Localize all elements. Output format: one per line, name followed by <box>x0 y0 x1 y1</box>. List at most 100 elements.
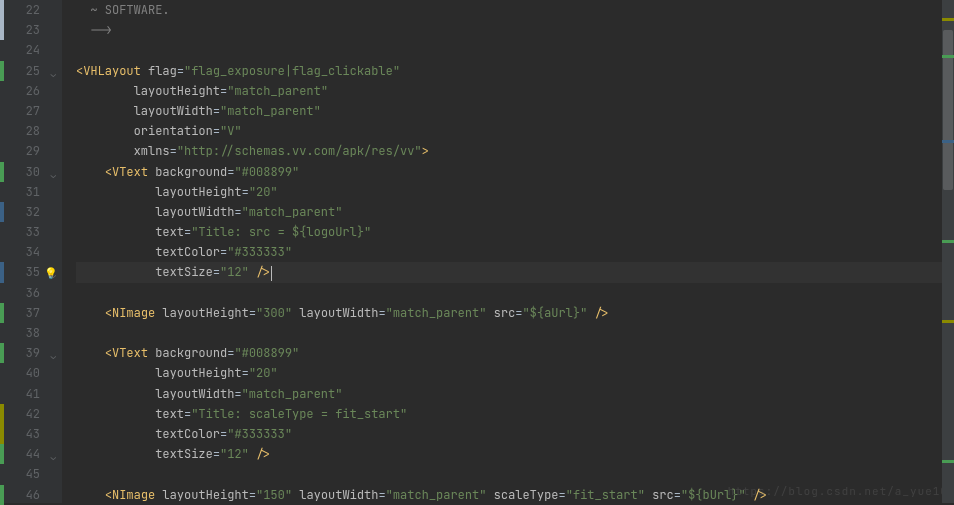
change-marker <box>0 162 4 182</box>
token-plain <box>76 365 155 381</box>
code-line[interactable]: layoutHeight="20" <box>76 363 954 383</box>
token-tag: /> <box>595 305 609 321</box>
line-number[interactable]: 45 <box>0 464 62 484</box>
line-number[interactable]: 41 <box>0 384 62 404</box>
line-number[interactable]: 43 <box>0 424 62 444</box>
fold-toggle-icon[interactable]: ⌄ <box>47 346 56 355</box>
line-number[interactable]: 22 <box>0 0 62 20</box>
token-punc: = <box>242 184 249 200</box>
code-line[interactable]: text="Title: scaleType = fit_start" <box>76 404 954 424</box>
code-area[interactable]: ~ SOFTWARE. --> <VHLayout flag="flag_expo… <box>62 0 954 503</box>
code-line[interactable]: xmlns="http://schemas.vv.com/apk/res/vv"… <box>76 141 954 161</box>
scrollbar-mark[interactable] <box>942 140 954 143</box>
line-number[interactable]: 46 <box>0 485 62 505</box>
token-plain <box>587 305 594 321</box>
line-number[interactable]: 23 <box>0 20 62 40</box>
code-line[interactable]: --> <box>76 20 954 40</box>
code-line[interactable] <box>76 464 954 484</box>
token-str: "#008899" <box>234 164 299 180</box>
line-number[interactable]: 26 <box>0 81 62 101</box>
token-attr: layoutHeight <box>162 305 248 321</box>
gutter[interactable]: 22232425⌄2627282930⌄3132333435💡⌄36373839… <box>0 0 62 503</box>
line-number[interactable]: 42 <box>0 404 62 424</box>
code-line[interactable]: textSize="12" /> <box>76 262 954 282</box>
code-line[interactable]: <NImage layoutHeight="300" layoutWidth="… <box>76 303 954 323</box>
token-str: "V" <box>220 123 242 139</box>
token-str: "match_parent" <box>220 103 321 119</box>
code-line[interactable]: <VHLayout flag="flag_exposure|flag_click… <box>76 61 954 81</box>
scrollbar-mark[interactable] <box>942 240 954 243</box>
scrollbar-mark[interactable] <box>942 18 954 21</box>
fold-toggle-icon[interactable]: ⌄ <box>47 64 56 73</box>
code-line[interactable]: <NImage layoutHeight="150" layoutWidth="… <box>76 485 954 505</box>
token-plain <box>76 426 155 442</box>
code-line[interactable]: textColor="#333333" <box>76 242 954 262</box>
token-punc: = <box>242 365 249 381</box>
token-plain <box>76 244 155 260</box>
line-number[interactable]: 29 <box>0 141 62 161</box>
line-number[interactable]: 36 <box>0 283 62 303</box>
line-number[interactable]: 35💡⌄ <box>0 262 62 282</box>
fold-toggle-icon[interactable]: ⌄ <box>47 165 56 174</box>
fold-toggle-icon[interactable]: ⌄ <box>47 265 56 274</box>
token-punc: = <box>378 487 385 503</box>
line-number[interactable]: 24 <box>0 40 62 60</box>
line-number[interactable]: 32 <box>0 202 62 222</box>
scrollbar-mark[interactable] <box>942 320 954 323</box>
line-number[interactable]: 28 <box>0 121 62 141</box>
line-number[interactable]: 39⌄ <box>0 343 62 363</box>
code-line[interactable]: layoutHeight="20" <box>76 182 954 202</box>
line-number[interactable]: 25⌄ <box>0 61 62 81</box>
token-attr: layoutHeight <box>162 487 248 503</box>
line-number[interactable]: 40 <box>0 363 62 383</box>
token-attr: background <box>155 164 227 180</box>
code-line[interactable]: <VText background="#008899" <box>76 162 954 182</box>
code-line[interactable]: layoutWidth="match_parent" <box>76 202 954 222</box>
token-punc: = <box>378 305 385 321</box>
token-attr: layoutHeight <box>155 184 241 200</box>
token-tag: /> <box>256 264 270 280</box>
token-attr: textColor <box>155 426 220 442</box>
scrollbar-thumb[interactable] <box>943 30 953 190</box>
code-line[interactable]: text="Title: src = ${logoUrl}" <box>76 222 954 242</box>
line-number[interactable]: 37 <box>0 303 62 323</box>
line-number[interactable]: 34 <box>0 242 62 262</box>
caret <box>271 266 272 281</box>
code-line[interactable]: textSize="12" /> <box>76 444 954 464</box>
code-line[interactable]: layoutWidth="match_parent" <box>76 384 954 404</box>
token-attr: layoutWidth <box>155 386 234 402</box>
token-str: "20" <box>249 184 278 200</box>
token-str: "300" <box>256 305 292 321</box>
line-number[interactable]: 33 <box>0 222 62 242</box>
line-number[interactable]: 30⌄ <box>0 162 62 182</box>
code-line[interactable]: ~ SOFTWARE. <box>76 0 954 20</box>
line-number[interactable]: 38 <box>0 323 62 343</box>
token-str: "match_parent" <box>227 83 328 99</box>
line-number[interactable]: 31 <box>0 182 62 202</box>
token-plain <box>76 446 155 462</box>
code-line[interactable] <box>76 40 954 60</box>
code-line[interactable]: layoutWidth="match_parent" <box>76 101 954 121</box>
scrollbar-mark[interactable] <box>942 55 954 58</box>
token-plain <box>76 83 134 99</box>
token-attr: layoutWidth <box>299 487 378 503</box>
code-line[interactable]: orientation="V" <box>76 121 954 141</box>
code-line[interactable]: <VText background="#008899" <box>76 343 954 363</box>
line-number[interactable]: 44⌄ <box>0 444 62 464</box>
code-line[interactable] <box>76 283 954 303</box>
code-line[interactable]: textColor="#333333" <box>76 424 954 444</box>
token-tag: <VText <box>105 345 155 361</box>
token-str: "#333333" <box>227 244 292 260</box>
token-plain <box>76 345 105 361</box>
vertical-scrollbar[interactable] <box>942 0 954 503</box>
token-tag: <NImage <box>105 305 163 321</box>
token-punc: = <box>213 123 220 139</box>
token-tag: /> <box>753 487 767 503</box>
line-number[interactable]: 27 <box>0 101 62 121</box>
code-line[interactable]: layoutHeight="match_parent" <box>76 81 954 101</box>
code-line[interactable] <box>76 323 954 343</box>
token-punc: = <box>249 487 256 503</box>
fold-toggle-icon[interactable]: ⌄ <box>47 447 56 456</box>
token-attr: layoutWidth <box>134 103 213 119</box>
scrollbar-mark[interactable] <box>942 460 954 463</box>
